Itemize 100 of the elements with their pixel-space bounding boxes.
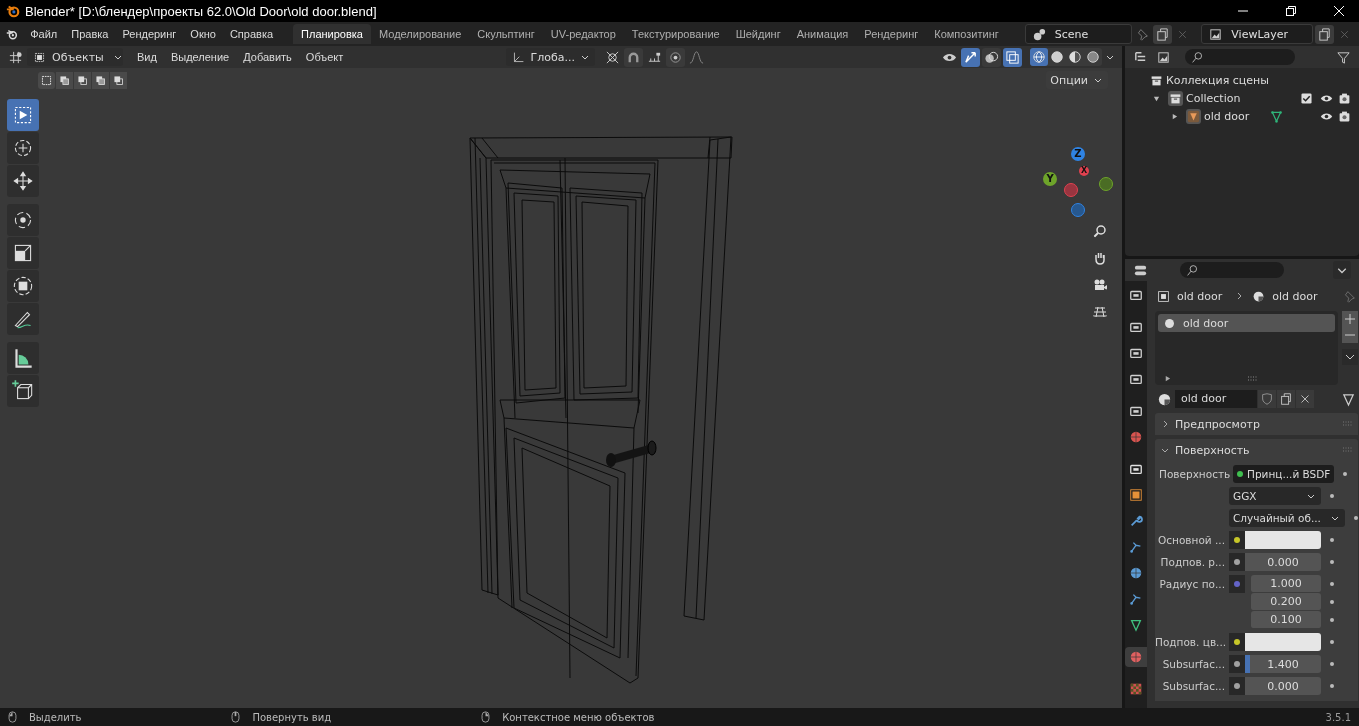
socket-dot[interactable] bbox=[1234, 639, 1240, 645]
axis-dot[interactable] bbox=[1099, 177, 1113, 191]
scene-field[interactable]: Scene bbox=[1024, 24, 1133, 44]
menu-item[interactable]: Рендеринг bbox=[116, 26, 183, 42]
color-swatch[interactable] bbox=[1245, 531, 1321, 549]
axis-dot[interactable] bbox=[1064, 183, 1078, 197]
material-name-field[interactable]: old door bbox=[1175, 390, 1257, 408]
panel-header[interactable]: Поверхность bbox=[1155, 439, 1358, 461]
camera-icon[interactable] bbox=[1338, 109, 1351, 123]
workspace-tab[interactable]: Скульптинг bbox=[469, 24, 543, 44]
menu-item[interactable]: Объект bbox=[299, 49, 350, 65]
selection-mode-icon[interactable] bbox=[110, 71, 127, 89]
menu-item[interactable]: Вид bbox=[131, 49, 163, 65]
select-box-icon[interactable] bbox=[7, 99, 39, 131]
close-icon[interactable] bbox=[1296, 390, 1314, 408]
scale-icon[interactable] bbox=[7, 237, 39, 269]
sphere-icon[interactable] bbox=[1084, 48, 1102, 66]
dropdown[interactable]: GGX bbox=[1229, 487, 1321, 505]
number-field[interactable]: 0.200 bbox=[1251, 593, 1321, 611]
keyframe-dot[interactable] bbox=[1330, 538, 1334, 542]
axis-label[interactable]: X bbox=[1079, 166, 1089, 176]
transform-icon[interactable] bbox=[7, 270, 39, 302]
axis-label[interactable]: Y bbox=[1043, 172, 1057, 186]
material-slot[interactable]: old door bbox=[1158, 314, 1335, 332]
outliner-item[interactable]: old door bbox=[1204, 109, 1250, 123]
move-arrows-icon[interactable] bbox=[7, 165, 39, 197]
chevron-icon[interactable] bbox=[1341, 349, 1358, 365]
color-swatch[interactable] bbox=[1245, 633, 1321, 651]
proportional-icon[interactable] bbox=[666, 47, 685, 67]
dropdown[interactable]: Случайный об... bbox=[1229, 509, 1345, 527]
keyframe-dot[interactable] bbox=[1343, 472, 1348, 476]
outliner-item[interactable]: Collection bbox=[1186, 91, 1241, 105]
chevron-icon[interactable] bbox=[1106, 53, 1114, 61]
number-field[interactable]: 0.100 bbox=[1251, 611, 1321, 629]
view-layer-field[interactable]: ViewLayer bbox=[1201, 24, 1313, 44]
workspace-tab[interactable]: Рендеринг bbox=[856, 24, 927, 44]
menu-item[interactable]: Правка bbox=[65, 26, 115, 42]
menu-item[interactable]: Окно bbox=[184, 26, 222, 42]
keyframe-dot[interactable] bbox=[1330, 684, 1334, 688]
search-field[interactable] bbox=[1185, 49, 1295, 65]
restore-icon[interactable] bbox=[1285, 5, 1297, 17]
workspace-tab[interactable]: Моделирование bbox=[371, 24, 470, 44]
pencil-icon[interactable] bbox=[7, 303, 39, 335]
keyframe-dot[interactable] bbox=[1330, 618, 1334, 622]
workspace-tab[interactable]: Планировка bbox=[293, 24, 371, 44]
menu-item[interactable]: Файл bbox=[24, 26, 64, 42]
magnet-icon[interactable] bbox=[624, 47, 643, 67]
shield-icon[interactable] bbox=[1258, 390, 1276, 408]
ruler-icon[interactable] bbox=[7, 342, 39, 374]
expand-triangle-icon[interactable] bbox=[1164, 375, 1171, 382]
disclosure-triangle-icon[interactable] bbox=[1171, 112, 1178, 120]
workspace-tab[interactable]: Шейдинг bbox=[727, 24, 789, 44]
axis-label[interactable]: Z bbox=[1071, 147, 1085, 161]
selection-mode-icon[interactable] bbox=[56, 71, 73, 89]
workspace-tab[interactable]: Текстурирование bbox=[623, 24, 728, 44]
keyframe-dot[interactable] bbox=[1330, 640, 1334, 644]
workspace-tab[interactable]: Композитинг bbox=[926, 24, 1007, 44]
resize-grip-icon[interactable] bbox=[1246, 375, 1259, 382]
number-field[interactable]: 0.000 bbox=[1245, 553, 1321, 571]
menu-item[interactable]: Справка bbox=[223, 26, 280, 42]
wireframe-sphere-icon[interactable] bbox=[1030, 48, 1048, 66]
keyframe-dot[interactable] bbox=[1330, 600, 1334, 604]
shader-link-field[interactable]: Принц...й BSDF bbox=[1233, 465, 1335, 483]
socket-dot[interactable] bbox=[1234, 581, 1240, 587]
number-field[interactable]: 1.400 bbox=[1245, 655, 1321, 673]
menu-item[interactable]: Выделение bbox=[164, 49, 236, 65]
menu-item[interactable]: Добавить bbox=[237, 49, 298, 65]
keyframe-dot[interactable] bbox=[1353, 516, 1358, 520]
chevron-icon[interactable] bbox=[1333, 261, 1351, 279]
keyframe-dot[interactable] bbox=[1330, 560, 1334, 564]
duplicate-icon[interactable] bbox=[1277, 390, 1295, 408]
sphere-icon[interactable] bbox=[1048, 48, 1066, 66]
keyframe-dot[interactable] bbox=[1330, 582, 1334, 586]
overlay-icon[interactable] bbox=[982, 47, 1001, 67]
xray-icon[interactable] bbox=[1003, 47, 1022, 67]
axis-dot[interactable] bbox=[1071, 203, 1085, 217]
socket-dot[interactable] bbox=[1234, 661, 1240, 667]
keyframe-dot[interactable] bbox=[1330, 662, 1334, 666]
sphere-icon[interactable] bbox=[1066, 48, 1084, 66]
disclosure-triangle-icon[interactable] bbox=[1153, 94, 1160, 102]
mode-dropdown[interactable]: Объекты bbox=[27, 48, 123, 66]
outliner-item[interactable]: Коллекция сцены bbox=[1166, 73, 1269, 87]
drag-grip-icon[interactable] bbox=[1341, 447, 1354, 453]
drag-grip-icon[interactable] bbox=[1341, 421, 1354, 427]
selection-mode-icon[interactable] bbox=[92, 71, 109, 89]
search-field[interactable] bbox=[1180, 262, 1284, 278]
socket-dot[interactable] bbox=[1234, 537, 1240, 543]
duplicate-icon[interactable] bbox=[1315, 24, 1334, 44]
keyframe-dot[interactable] bbox=[1330, 494, 1334, 498]
selection-mode-icon[interactable] bbox=[74, 71, 91, 89]
workspace-tab[interactable]: UV-редактор bbox=[542, 24, 624, 44]
gizmo-icon[interactable] bbox=[961, 47, 980, 67]
checkbox[interactable] bbox=[1301, 92, 1312, 104]
orientation-dropdown[interactable]: Глоба... bbox=[505, 48, 595, 66]
socket-dot[interactable] bbox=[1234, 683, 1240, 689]
camera-icon[interactable] bbox=[1338, 91, 1351, 105]
cursor-icon[interactable] bbox=[7, 132, 39, 164]
remove-icon[interactable] bbox=[1341, 327, 1358, 343]
rotate-icon[interactable] bbox=[7, 204, 39, 236]
socket-dot[interactable] bbox=[1234, 559, 1240, 565]
